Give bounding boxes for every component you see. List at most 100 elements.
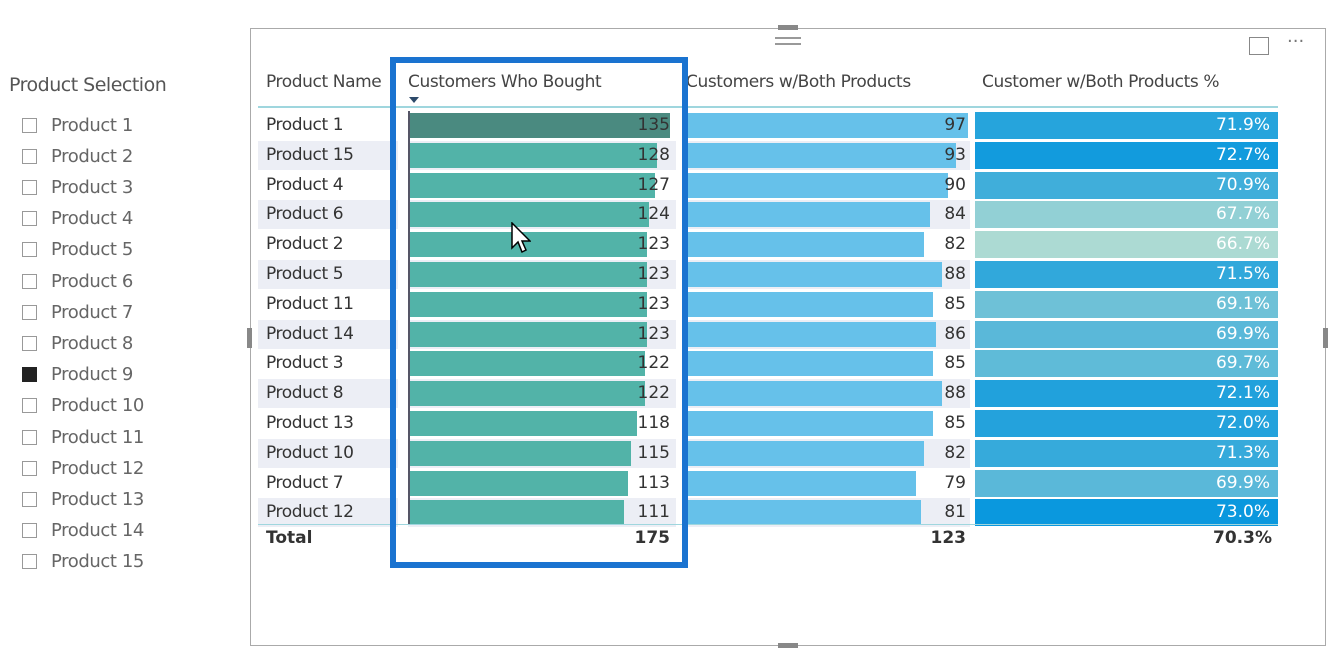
slicer-item[interactable]: Product 1: [22, 113, 133, 137]
table-row[interactable]: Product 8 122 88 72.1%: [258, 379, 1278, 409]
customers-both-bar: [686, 500, 922, 526]
column-header-customers-both[interactable]: Customers w/Both Products: [686, 72, 911, 92]
customers-bought-value: 122: [637, 383, 670, 404]
column-header-customers-who-bought[interactable]: Customers Who Bought: [408, 72, 602, 92]
slicer-item[interactable]: Product 10: [22, 394, 144, 418]
product-name-cell: Product 3: [266, 353, 344, 374]
table-row[interactable]: Product 7 113 79 69.9%: [258, 469, 1278, 498]
checkbox[interactable]: [22, 491, 37, 507]
checkbox[interactable]: [22, 554, 37, 570]
slicer-item[interactable]: Product 2: [22, 144, 133, 168]
pct-both-cell: 71.9%: [975, 112, 1278, 139]
slicer-item[interactable]: Product 9: [22, 363, 133, 387]
resize-handle[interactable]: [247, 328, 252, 348]
checkbox[interactable]: [22, 148, 37, 164]
customers-both-value: 82: [944, 234, 966, 255]
header-divider: [258, 106, 1278, 108]
slicer-item[interactable]: Product 7: [22, 300, 133, 324]
table-row[interactable]: Product 2 123 82 66.7%: [258, 230, 1278, 259]
customers-both-value: 82: [944, 442, 966, 463]
checkbox[interactable]: [22, 179, 37, 195]
sort-descending-icon: [409, 97, 419, 103]
table-row[interactable]: Product 5 123 88 71.5%: [258, 260, 1278, 289]
customers-bought-value: 123: [637, 323, 670, 344]
slicer-item[interactable]: Product 15: [22, 550, 144, 574]
pct-both-cell: 71.5%: [975, 261, 1278, 288]
slicer-item[interactable]: Product 6: [22, 269, 133, 293]
column-header-product-name[interactable]: Product Name: [266, 72, 382, 92]
slicer-item-label: Product 7: [51, 301, 133, 323]
total-divider: [258, 524, 1278, 525]
customers-bought-value: 123: [637, 264, 670, 284]
slicer-item-label: Product 4: [51, 208, 133, 230]
customers-bought-bar: [410, 500, 624, 526]
bar-axis-line: [408, 111, 410, 525]
product-name-cell: Product 7: [266, 472, 344, 493]
customers-both-value: 93: [944, 144, 966, 165]
product-name-cell: Product 8: [258, 379, 398, 409]
customers-both-value: 97: [944, 115, 966, 135]
slicer-item[interactable]: Product 5: [22, 238, 133, 262]
total-pct: 70.3%: [1213, 528, 1272, 548]
pct-both-cell: 72.0%: [975, 410, 1278, 437]
checkbox[interactable]: [22, 523, 37, 539]
more-options-icon[interactable]: ···: [1287, 31, 1304, 52]
table-row[interactable]: Product 13 118 85 72.0%: [258, 409, 1278, 438]
checkbox[interactable]: [22, 460, 37, 476]
table-row[interactable]: Product 3 122 85 69.7%: [258, 349, 1278, 378]
slicer-item-label: Product 8: [51, 332, 133, 354]
column-header-pct-both[interactable]: Customer w/Both Products %: [982, 72, 1219, 92]
table-row[interactable]: Product 11 123 85 69.1%: [258, 290, 1278, 319]
slicer-item[interactable]: Product 4: [22, 207, 133, 231]
total-both: 123: [930, 528, 967, 548]
customers-both-value: 79: [944, 472, 966, 493]
drag-handle-icon[interactable]: [775, 37, 801, 45]
table-row[interactable]: Product 4 127 90 70.9%: [258, 171, 1278, 200]
checkbox[interactable]: [22, 242, 37, 258]
focus-mode-icon[interactable]: [1249, 37, 1269, 55]
customers-bought-value: 127: [637, 174, 670, 195]
table-row[interactable]: Product 15 128 93 72.7%: [258, 140, 1278, 170]
table-row[interactable]: Product 1 135 97 71.9%: [258, 111, 1278, 140]
product-name-cell: Product 6: [258, 200, 398, 230]
checkbox[interactable]: [22, 211, 37, 227]
table-row[interactable]: Product 10 115 82 71.3%: [258, 438, 1278, 468]
customers-both-value: 85: [944, 293, 966, 314]
checkbox[interactable]: [22, 367, 37, 383]
pct-both-cell: 73.0%: [975, 499, 1278, 527]
product-name-cell: Product 4: [266, 174, 344, 195]
resize-handle[interactable]: [778, 643, 798, 648]
pct-both-cell: 69.7%: [975, 350, 1278, 378]
slicer-item[interactable]: Product 8: [22, 331, 133, 355]
slicer-item-label: Product 15: [51, 551, 144, 573]
pct-both-cell: 69.9%: [975, 320, 1278, 348]
mouse-cursor-icon: [511, 222, 531, 254]
checkbox[interactable]: [22, 398, 37, 414]
checkbox[interactable]: [22, 335, 37, 351]
customers-bought-value: 124: [637, 204, 670, 225]
table-row[interactable]: Product 14 123 86 69.9%: [258, 319, 1278, 349]
product-selection-slicer: Product Selection Product 1 Product 2 Prod…: [0, 40, 208, 664]
table-row[interactable]: Product 6 124 84 67.7%: [258, 200, 1278, 230]
pct-both-cell: 66.7%: [975, 231, 1278, 259]
slicer-item-label: Product 2: [51, 145, 133, 167]
customers-bought-bar: [410, 470, 628, 496]
slicer-item[interactable]: Product 3: [22, 175, 133, 199]
pct-both-cell: 72.7%: [975, 141, 1278, 169]
slicer-item[interactable]: Product 13: [22, 487, 144, 511]
pct-both-cell: 67.7%: [975, 201, 1278, 229]
slicer-item[interactable]: Product 11: [22, 425, 144, 449]
checkbox[interactable]: [22, 273, 37, 289]
total-label: Total: [266, 528, 313, 548]
customers-both-value: 90: [944, 174, 966, 195]
checkbox[interactable]: [22, 117, 37, 133]
checkbox[interactable]: [22, 429, 37, 445]
slicer-item[interactable]: Product 12: [22, 456, 144, 480]
customers-bought-value: 128: [637, 144, 670, 165]
checkbox[interactable]: [22, 304, 37, 320]
customers-both-value: 85: [944, 413, 966, 433]
resize-handle[interactable]: [1323, 328, 1328, 348]
pct-both-cell: 69.1%: [975, 290, 1278, 318]
resize-handle[interactable]: [778, 25, 798, 30]
slicer-item[interactable]: Product 14: [22, 519, 144, 543]
